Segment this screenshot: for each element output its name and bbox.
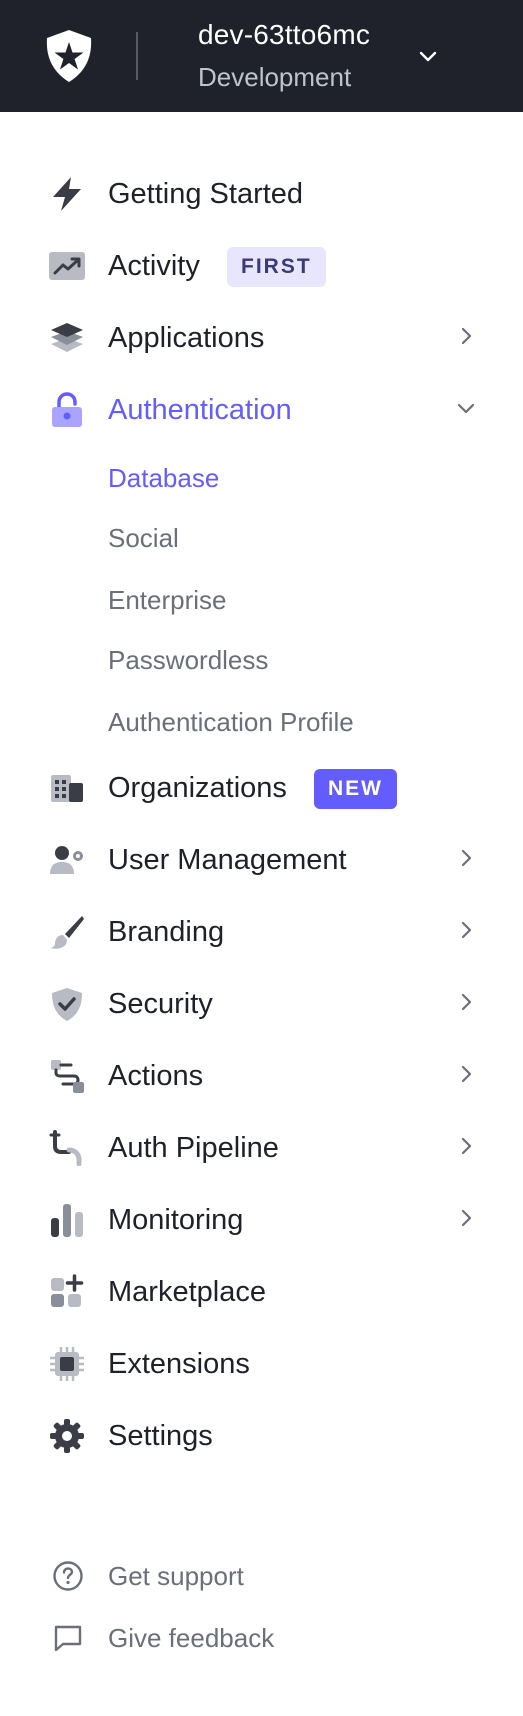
sidebar-item-label: Marketplace [108, 1276, 266, 1308]
sidebar-item-security[interactable]: Security [0, 975, 523, 1031]
chevron-right-icon [461, 1065, 472, 1083]
question-circle-icon [53, 1561, 83, 1591]
user-gear-icon [48, 841, 86, 879]
auth0-shield-logo[interactable] [42, 28, 96, 84]
chevron-right-icon [461, 993, 472, 1011]
tenant-environment: Development [198, 62, 352, 92]
pipe-icon [48, 1129, 86, 1167]
paintbrush-icon [48, 913, 86, 951]
chevron-right-icon [461, 1137, 472, 1155]
chevron-right-icon [461, 327, 472, 345]
sidebar-item-activity[interactable]: Activity FIRST [0, 237, 523, 293]
chevron-right-icon [461, 849, 472, 867]
sidebar-item-label: User Management [108, 844, 347, 876]
gear-icon [48, 1417, 86, 1455]
shield-check-icon [48, 985, 86, 1023]
sidebar-item-getting-started[interactable]: Getting Started [0, 165, 523, 221]
trending-chart-icon [48, 247, 86, 285]
subitem-social[interactable]: Social [108, 522, 179, 554]
chevron-down-icon [457, 403, 475, 414]
sidebar-item-marketplace[interactable]: Marketplace [0, 1263, 523, 1319]
sidebar-item-label: Branding [108, 916, 225, 948]
sidebar-item-settings[interactable]: Settings [0, 1407, 523, 1463]
sidebar-item-authentication[interactable]: Authentication [0, 381, 523, 437]
bolt-icon [48, 175, 86, 213]
sidebar-item-monitoring[interactable]: Monitoring [0, 1191, 523, 1247]
new-badge: NEW [314, 769, 397, 809]
flow-icon [48, 1057, 86, 1095]
header-divider [136, 32, 138, 80]
sidebar-item-label: Settings [108, 1420, 213, 1452]
lock-icon [48, 391, 86, 429]
sidebar-item-label: Getting Started [108, 178, 304, 210]
sidebar-item-applications[interactable]: Applications [0, 309, 523, 365]
sidebar-item-label: Organizations [108, 772, 287, 804]
sidebar-item-label: Security [108, 988, 213, 1020]
sidebar-item-extensions[interactable]: Extensions [0, 1335, 523, 1391]
tenant-name: dev-63tto6mc [198, 19, 371, 50]
give-feedback-link[interactable]: Give feedback [0, 1614, 523, 1662]
get-support-label: Get support [108, 1561, 244, 1591]
chevron-right-icon [461, 921, 472, 939]
sidebar-item-auth-pipeline[interactable]: Auth Pipeline [0, 1119, 523, 1175]
layers-icon [48, 319, 86, 357]
sidebar-item-label: Applications [108, 322, 265, 354]
sidebar-item-label: Actions [108, 1060, 204, 1092]
sidebar-item-actions[interactable]: Actions [0, 1047, 523, 1103]
sidebar-item-organizations[interactable]: Organizations NEW [0, 759, 523, 815]
chip-icon [48, 1345, 86, 1383]
chevron-down-icon[interactable] [416, 44, 440, 68]
sidebar-item-branding[interactable]: Branding [0, 903, 523, 959]
subitem-authentication-profile[interactable]: Authentication Profile [108, 706, 354, 738]
sidebar-item-label: Auth Pipeline [108, 1132, 279, 1164]
get-support-link[interactable]: Get support [0, 1552, 523, 1600]
buildings-icon [48, 769, 86, 807]
sidebar-item-label: Authentication [108, 394, 292, 426]
subitem-passwordless[interactable]: Passwordless [108, 644, 268, 676]
sidebar-item-label: Activity [108, 250, 200, 282]
grid-plus-icon [48, 1273, 86, 1311]
first-badge: FIRST [227, 247, 326, 287]
sidebar-item-user-management[interactable]: User Management [0, 831, 523, 887]
give-feedback-label: Give feedback [108, 1623, 275, 1653]
chat-bubble-icon [54, 1625, 82, 1652]
chevron-right-icon [461, 1209, 472, 1227]
subitem-enterprise[interactable]: Enterprise [108, 584, 227, 616]
sidebar-item-label: Monitoring [108, 1204, 244, 1236]
bar-chart-icon [48, 1201, 86, 1239]
sidebar-item-label: Extensions [108, 1348, 250, 1380]
tenant-header: dev-63tto6mc Development [0, 0, 523, 112]
tenant-selector[interactable]: dev-63tto6mc Development [198, 18, 370, 92]
subitem-database[interactable]: Database [108, 462, 219, 494]
